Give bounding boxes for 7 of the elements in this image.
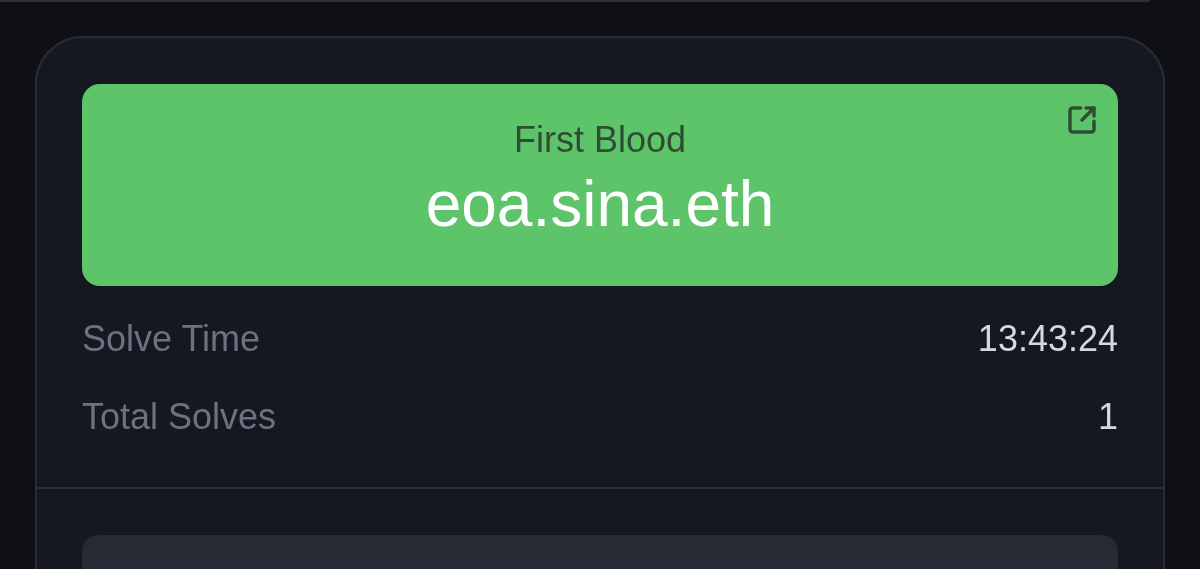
banner-label: First Blood [513,118,687,162]
stat-value: 13:43:24 [977,317,1118,361]
solver-name: eoa.sina.eth [425,167,775,242]
stat-label: Solve Time [82,317,261,361]
stat-value: 1 [1097,395,1118,439]
stat-label: Total Solves [82,395,277,439]
external-link-icon[interactable] [1066,104,1098,136]
